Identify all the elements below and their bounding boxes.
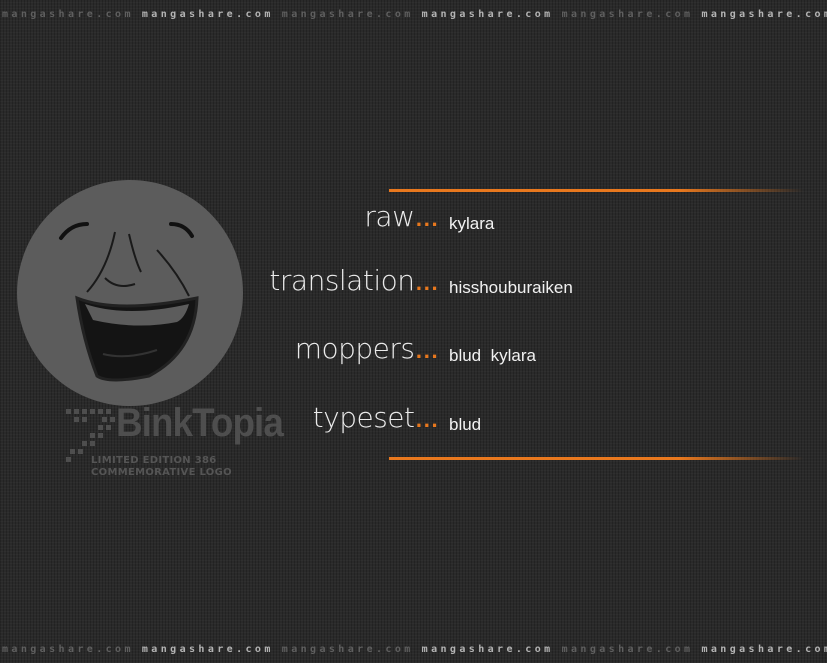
watermark-text: mangashare.com — [561, 644, 694, 655]
logo-subtitle-line: LIMITED EDITION 386 — [91, 455, 217, 466]
watermark-text: mangashare.com — [2, 9, 134, 20]
logo-subtitle: LIMITED EDITION 386 COMMEMORATIVE LOGO — [91, 455, 232, 479]
credit-label-text: moppers — [294, 332, 415, 365]
credit-label: moppers... — [295, 332, 439, 370]
watermark-text: mangashare.com — [281, 9, 414, 20]
credit-label-text: raw — [364, 200, 415, 233]
watermark-band-top: mangashare.com mangashare.com mangashare… — [2, 7, 827, 23]
logo-subtitle-line: COMMEMORATIVE LOGO — [91, 467, 232, 478]
credit-ellipsis: ... — [415, 274, 439, 295]
credit-label-text: translation — [269, 264, 415, 297]
credit-row-raw: raw... kylara — [0, 198, 827, 238]
credit-row-translation: translation... hisshouburaiken — [0, 262, 827, 302]
credit-ellipsis: ... — [415, 342, 439, 363]
credit-ellipsis: ... — [415, 210, 439, 231]
credit-value: kylara — [449, 214, 495, 233]
credit-value: blud kylara — [449, 346, 536, 365]
watermark-text: mangashare.com — [141, 9, 274, 20]
watermark-text: mangashare.com — [281, 644, 414, 655]
credit-row-moppers: moppers... blud kylara — [0, 330, 827, 370]
orange-divider-top — [389, 189, 804, 192]
credit-label: typeset... — [313, 401, 439, 439]
watermark-text: mangashare.com — [701, 644, 827, 655]
credit-row-typeset: typeset... blud — [0, 399, 827, 439]
watermark-text: mangashare.com — [421, 9, 554, 20]
credit-label: translation... — [269, 264, 439, 302]
watermark-text: mangashare.com — [561, 9, 694, 20]
watermark-text: mangashare.com — [701, 9, 827, 20]
credit-value: blud — [449, 415, 482, 434]
watermark-text: mangashare.com — [2, 644, 134, 655]
orange-divider-bottom — [389, 457, 804, 460]
credit-label-text: typeset — [312, 401, 415, 434]
watermark-band-bottom: mangashare.com mangashare.com mangashare… — [2, 642, 827, 658]
watermark-text: mangashare.com — [421, 644, 554, 655]
credit-ellipsis: ... — [415, 411, 439, 432]
credit-value: hisshouburaiken — [449, 278, 573, 297]
watermark-text: mangashare.com — [141, 644, 274, 655]
credit-label: raw... — [364, 200, 439, 238]
